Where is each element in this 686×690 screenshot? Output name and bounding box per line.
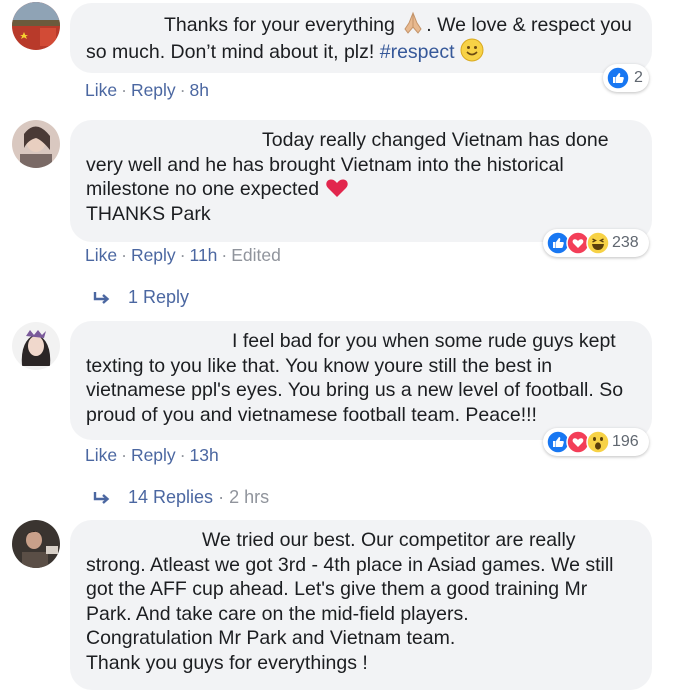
comment-text: We tried our best. Our competitor are re… <box>86 529 614 625</box>
comment-bubble: I feel bad for you when some rude guys k… <box>70 321 652 440</box>
reply-arrow-icon <box>93 491 110 504</box>
replies-count[interactable]: 1 Reply <box>128 287 189 308</box>
reply-arrow-icon <box>93 291 110 304</box>
view-replies-link[interactable]: 14 Replies · 2 hrs <box>92 487 269 508</box>
comment-text-line2: THANKS Park <box>86 202 211 225</box>
reactions-summary[interactable]: 196 <box>543 428 649 456</box>
comment-actions: Like · Reply · 13h <box>85 445 219 465</box>
avatar[interactable] <box>12 322 60 370</box>
comment-text-line2: Congratulation Mr Park and Vietnam team. <box>86 627 456 649</box>
smile-emoji-icon <box>460 38 484 61</box>
reactions-summary[interactable]: 238 <box>543 229 649 257</box>
replies-time: 2 hrs <box>229 487 270 507</box>
reaction-count: 196 <box>612 433 639 450</box>
reply-button[interactable]: Reply <box>131 245 176 265</box>
comment-actions: Like · Reply · 11h · Edited <box>85 245 281 265</box>
praying-hands-icon <box>404 11 422 34</box>
comment-text: I feel bad for you when some rude guys k… <box>86 330 624 426</box>
reply-button[interactable]: Reply <box>131 445 176 465</box>
replies-count[interactable]: 14 Replies <box>128 487 213 508</box>
reply-button[interactable]: Reply <box>131 80 176 100</box>
haha-icon <box>586 231 610 255</box>
like-button[interactable]: Like <box>85 80 117 100</box>
avatar[interactable] <box>12 520 60 568</box>
comment-bubble: Today really changed Vietnam has done ve… <box>70 120 652 242</box>
like-icon <box>606 66 630 90</box>
comment-text: Thanks for your everything <box>164 14 395 36</box>
timestamp[interactable]: 13h <box>190 445 219 465</box>
avatar[interactable] <box>12 2 60 50</box>
comment-text-line3: Thank you guys for everythings ! <box>86 651 368 674</box>
wow-icon <box>586 430 610 454</box>
comment-bubble: Thanks for your everything . We love & r… <box>70 3 652 73</box>
timestamp[interactable]: 11h <box>190 245 218 265</box>
hashtag-link[interactable]: #respect <box>380 41 455 63</box>
avatar[interactable] <box>12 120 60 168</box>
reactions-summary[interactable]: 2 <box>603 64 649 92</box>
like-button[interactable]: Like <box>85 445 117 465</box>
edited-label[interactable]: Edited <box>231 245 281 265</box>
reaction-count: 238 <box>612 234 639 251</box>
heart-icon <box>325 179 348 197</box>
timestamp[interactable]: 8h <box>190 80 209 100</box>
view-replies-link[interactable]: 1 Reply <box>92 287 189 308</box>
comment-actions: Like · Reply · 8h <box>85 80 209 100</box>
like-button[interactable]: Like <box>85 245 117 265</box>
reaction-count: 2 <box>634 69 643 86</box>
comment-bubble: We tried our best. Our competitor are re… <box>70 520 652 690</box>
